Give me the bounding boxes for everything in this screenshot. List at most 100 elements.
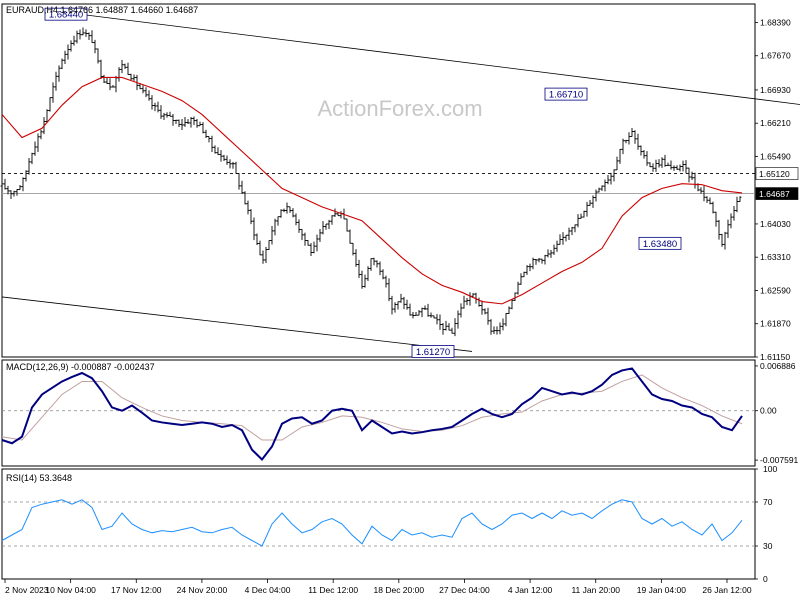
- price-bar: [202, 122, 205, 133]
- time-tick-label: 27 Dec 04:00: [439, 585, 490, 595]
- price-bar: [286, 203, 289, 214]
- price-bar: [460, 303, 463, 317]
- price-bar: [535, 259, 538, 265]
- price-bar: [718, 220, 721, 240]
- price-bar: [550, 250, 553, 258]
- time-tick-label: 2 Nov 2023: [5, 585, 49, 595]
- channel-upper-line: [87, 15, 800, 105]
- time-tick-label: 18 Dec 20:00: [374, 585, 425, 595]
- price-bar: [547, 249, 550, 257]
- price-bar: [403, 297, 406, 309]
- price-bar: [418, 310, 421, 315]
- price-bar: [232, 162, 235, 169]
- price-bar: [223, 155, 226, 161]
- price-bar: [250, 209, 253, 224]
- price-bar: [598, 188, 601, 193]
- price-bar: [37, 133, 40, 152]
- price-bar: [469, 292, 472, 305]
- price-bar: [661, 157, 664, 168]
- price-bar: [592, 195, 595, 208]
- price-panel: ActionForex.com 1.684401.667101.634801.6…: [1, 5, 800, 362]
- price-bar: [208, 136, 211, 142]
- time-tick-label: 19 Jan 04:00: [637, 585, 686, 595]
- price-bar: [325, 224, 328, 230]
- price-bar: [16, 189, 19, 196]
- price-annotation: 1.61270: [412, 345, 454, 358]
- price-bar: [364, 275, 367, 288]
- price-bar: [625, 140, 628, 143]
- rsi-panel: 10070300 RSI(14) 53.3648: [2, 464, 777, 584]
- price-bar: [673, 165, 676, 170]
- price-bar: [25, 170, 28, 181]
- price-bar: [103, 75, 106, 83]
- price-bar: [694, 173, 697, 189]
- price-bar: [358, 260, 361, 278]
- price-bar: [379, 262, 382, 276]
- macd-tick-label: 0.006886: [760, 361, 796, 371]
- price-bar: [736, 197, 739, 213]
- price-bar: [724, 232, 727, 250]
- price-bar: [400, 294, 403, 303]
- watermark-text: ActionForex.com: [317, 96, 482, 121]
- chart-canvas: ActionForex.com 1.684401.667101.634801.6…: [0, 0, 800, 600]
- price-tick-label: 1.64030: [760, 219, 791, 229]
- price-bar: [127, 63, 130, 75]
- price-bar: [49, 97, 52, 111]
- price-bar: [52, 82, 55, 102]
- price-bar: [484, 308, 487, 314]
- price-bar: [181, 119, 184, 130]
- price-bar: [226, 156, 229, 165]
- price-bar: [277, 216, 280, 225]
- price-bar: [406, 300, 409, 310]
- price-tick-label: 1.67670: [760, 51, 791, 61]
- price-bar: [115, 76, 118, 92]
- time-tick-label: 4 Dec 04:00: [245, 585, 291, 595]
- price-bar: [94, 40, 97, 53]
- price-bar: [247, 201, 250, 215]
- price-bar: [571, 227, 574, 235]
- price-tick-label: 1.61870: [760, 319, 791, 329]
- price-bar: [283, 209, 286, 213]
- price-bar: [397, 302, 400, 310]
- price-bar: [10, 190, 13, 199]
- price-bar: [493, 326, 496, 334]
- price-bar: [685, 160, 688, 173]
- price-bar: [499, 322, 502, 334]
- price-bar: [289, 207, 292, 213]
- price-bar: [274, 219, 277, 236]
- price-bar: [586, 202, 589, 217]
- price-bar: [409, 304, 412, 316]
- price-bar: [706, 196, 709, 203]
- price-bar: [22, 177, 25, 191]
- price-bar: [436, 314, 439, 324]
- price-bar: [559, 234, 562, 244]
- price-bar: [490, 319, 493, 335]
- price-bar: [28, 158, 31, 175]
- level-price-label: 1.65120: [759, 169, 790, 179]
- price-bar: [82, 28, 85, 36]
- price-annotation: 1.66710: [545, 88, 587, 101]
- price-bar: [688, 168, 691, 183]
- price-bar: [7, 186, 10, 194]
- time-tick-label: 10 Nov 04:00: [45, 585, 96, 595]
- price-bar: [589, 200, 592, 206]
- price-bar: [412, 312, 415, 318]
- price-bar: [190, 117, 193, 128]
- price-bar: [256, 233, 259, 245]
- price-bar: [514, 293, 517, 301]
- price-bar: [112, 85, 115, 87]
- price-bar: [544, 255, 547, 265]
- price-bar: [106, 78, 109, 84]
- price-bar: [664, 155, 667, 167]
- price-bar: [349, 229, 352, 243]
- price-bar: [70, 40, 73, 51]
- price-bar: [376, 260, 379, 267]
- price-bar: [607, 175, 610, 184]
- price-bar: [631, 128, 634, 137]
- price-bar: [1, 179, 4, 187]
- panel-frame: [2, 469, 755, 579]
- time-tick-label: 24 Nov 20:00: [177, 585, 228, 595]
- price-bar: [442, 323, 445, 335]
- price-bar: [280, 209, 283, 218]
- price-bar: [61, 59, 64, 70]
